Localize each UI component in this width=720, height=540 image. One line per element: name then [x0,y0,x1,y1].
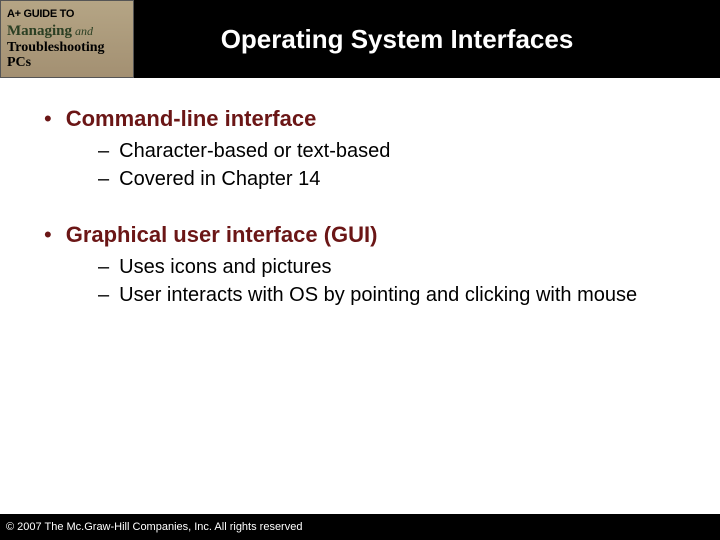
bullet-heading: Graphical user interface (GUI) [66,222,378,248]
slide-content: • Command-line interface – Character-bas… [0,78,720,308]
dash-icon: – [98,282,109,308]
sub-item: – Character-based or text-based [98,138,700,164]
logo-managing: Managing [7,23,72,39]
bullet-item: • Graphical user interface (GUI) [44,222,700,248]
sub-text: Character-based or text-based [119,138,390,164]
bullet-heading: Command-line interface [66,106,317,132]
bullet-icon: • [44,224,52,246]
logo-line1: Managing and [7,22,127,40]
sub-list: – Uses icons and pictures – User interac… [98,254,700,308]
slide-footer: © 2007 The Mc.Graw-Hill Companies, Inc. … [0,514,720,540]
title-container: Operating System Interfaces [134,0,720,78]
book-logo: A+ GUIDE TO Managing and Troubleshooting… [0,0,134,78]
logo-and: and [72,24,93,38]
dash-icon: – [98,138,109,164]
bullet-item: • Command-line interface [44,106,700,132]
dash-icon: – [98,254,109,280]
sub-text: Covered in Chapter 14 [119,166,320,192]
sub-item: – Covered in Chapter 14 [98,166,700,192]
sub-item: – User interacts with OS by pointing and… [98,282,700,308]
sub-item: – Uses icons and pictures [98,254,700,280]
logo-top-text: A+ GUIDE TO [7,8,127,20]
bullet-icon: • [44,108,52,130]
logo-line2: Troubleshooting PCs [7,40,127,70]
dash-icon: – [98,166,109,192]
copyright-text: © 2007 The Mc.Graw-Hill Companies, Inc. … [6,521,302,533]
sub-text: Uses icons and pictures [119,254,331,280]
sub-text: User interacts with OS by pointing and c… [119,282,637,308]
sub-list: – Character-based or text-based – Covere… [98,138,700,192]
slide-header: A+ GUIDE TO Managing and Troubleshooting… [0,0,720,78]
slide-title: Operating System Interfaces [221,24,574,55]
